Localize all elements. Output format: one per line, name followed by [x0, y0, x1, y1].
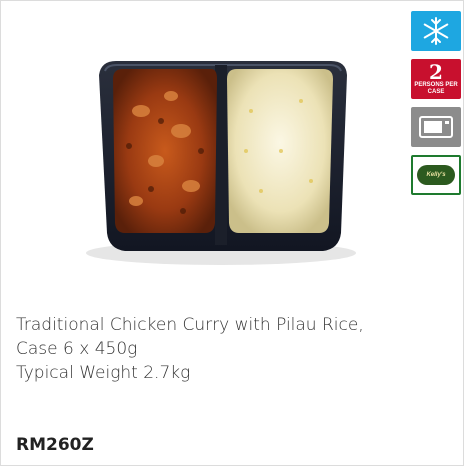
portions-number: 2	[429, 60, 443, 84]
feature-badges: 2 PERSONS PER CASE Kelly's	[411, 11, 461, 203]
description-line: Typical Weight 2.7kg	[16, 363, 191, 383]
brand-logo-icon: Kelly's	[411, 155, 461, 195]
description-line: Case 6 x 450g	[16, 339, 138, 359]
meal-tray-image	[86, 61, 356, 265]
frozen-icon	[411, 11, 461, 51]
product-image[interactable]	[1, 1, 405, 301]
portions-icon: 2 PERSONS PER CASE	[411, 59, 461, 99]
brand-logo-text: Kelly's	[417, 165, 455, 185]
description-line: Traditional Chicken Curry with Pilau Ric…	[16, 315, 364, 335]
product-code: RM260Z	[16, 435, 94, 455]
portions-text: PERSONS PER CASE	[414, 82, 458, 95]
microwave-icon	[411, 107, 461, 147]
product-description: Traditional Chicken Curry with Pilau Ric…	[16, 313, 436, 385]
product-card[interactable]: 2 PERSONS PER CASE Kelly's Traditional C…	[0, 0, 464, 466]
